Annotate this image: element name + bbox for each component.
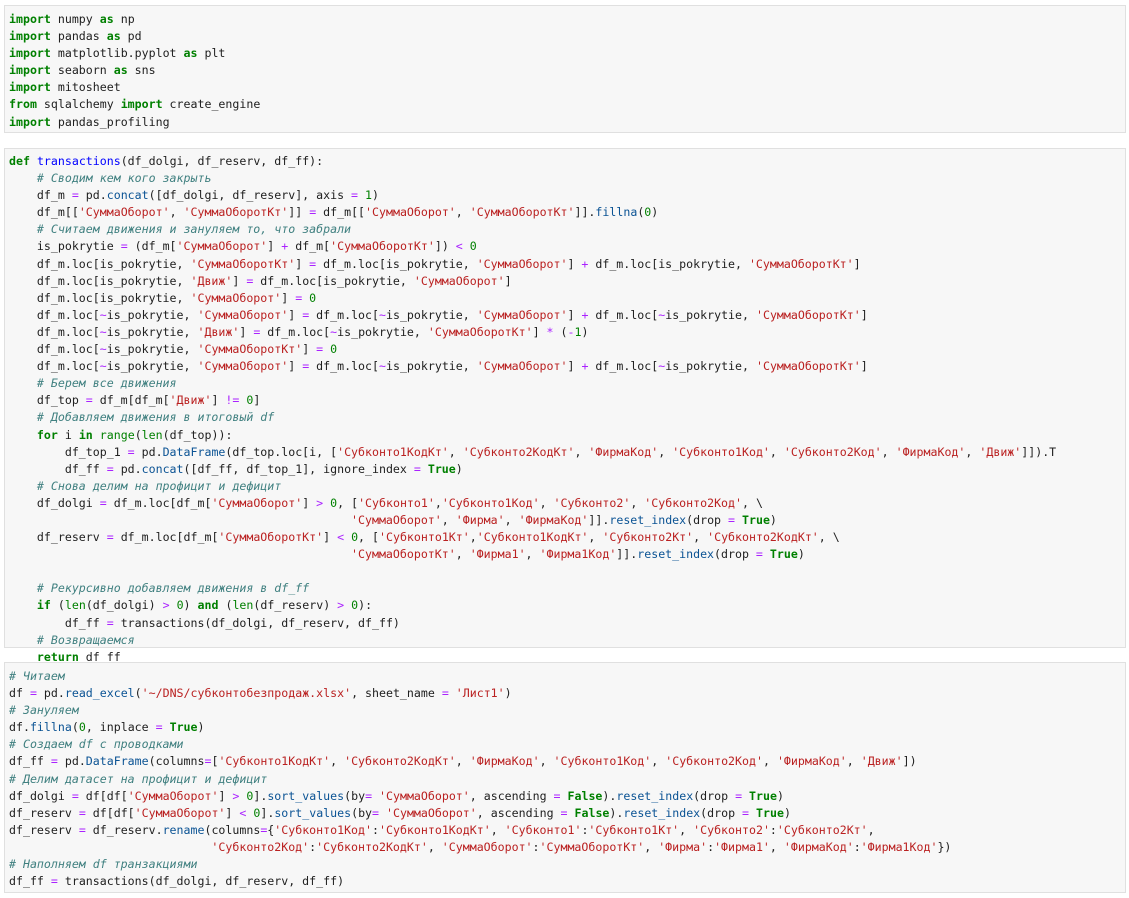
code-line: df_m = pd.concat([df_dolgi, df_reserv], … <box>9 188 379 203</box>
code-line: # Возвращаемся <box>36 632 135 647</box>
code-line: df_m.loc[is_pokrytie, 'СуммаОборот'] = 0 <box>9 290 317 305</box>
code-cell-imports[interactable]: import numpy as np import pandas as pd imp… <box>4 5 1126 133</box>
code-line: df_m.loc[~is_pokrytie, 'СуммаОборот'] = … <box>9 307 868 322</box>
code-line: def transactions(df_dolgi, df_reserv, df… <box>9 154 324 168</box>
code-line: df_ff = transactions(df_dolgi, df_reserv… <box>9 615 400 630</box>
code-line: # Читаем <box>9 669 65 683</box>
code-cell-main[interactable]: # Читаем df = pd.read_excel('~/DNS/субкон… <box>4 662 1126 893</box>
code-line: df_ff = pd.concat([df_ff, df_top_1], ign… <box>9 461 463 476</box>
code-line: 'СуммаОборот', 'Фирма', 'ФирмаКод']].res… <box>351 512 777 527</box>
code-line: # Добавляем движения в итоговый df <box>36 410 275 425</box>
code-line: df_dolgi = df[df['СуммаОборот'] > 0].sor… <box>9 788 784 803</box>
code-line: df_m.loc[is_pokrytie, 'Движ'] = df_m.loc… <box>9 273 512 288</box>
code-line: import pandas as pd <box>9 29 142 44</box>
code-line: # Сводим кем кого закрыть <box>36 171 212 186</box>
code-line: # Рекурсивно добавляем движения в df_ff <box>36 581 310 596</box>
code-line: # Берем все движения <box>36 376 177 391</box>
code-line: df_m.loc[~is_pokrytie, 'Движ'] = df_m.lo… <box>9 324 589 339</box>
code-line: import pandas_profiling <box>9 114 170 129</box>
code-line: df_top_1 = pd.DataFrame(df_top.loc[i, ['… <box>9 444 1057 459</box>
code-editor[interactable]: # Читаем df = pd.read_excel('~/DNS/субкон… <box>5 663 1125 890</box>
code-line: df_reserv = df_m.loc[df_m['СуммаОборотКт… <box>9 530 840 545</box>
code-line: df_reserv = df[df['СуммаОборот'] < 0].so… <box>9 805 791 820</box>
code-line: df_m.loc[is_pokrytie, 'СуммаОборотКт'] =… <box>9 256 861 271</box>
code-line: # Снова делим на профицит и дефицит <box>36 478 282 493</box>
code-line: df_m.loc[~is_pokrytie, 'СуммаОборотКт'] … <box>9 342 338 357</box>
code-line: # Наполняем df транзакциями <box>9 857 198 872</box>
code-line: import numpy as np <box>9 12 135 26</box>
code-line: import matplotlib.pyplot as plt <box>9 46 226 61</box>
code-line: import mitosheet <box>9 80 121 95</box>
code-line: if (len(df_dolgi) > 0) and (len(df_reser… <box>36 598 373 613</box>
code-line: df_ff = pd.DataFrame(columns=['Субконто1… <box>9 754 917 769</box>
code-line: import seaborn as sns <box>9 63 156 78</box>
code-line: 'Субконто2Код':'Субконто2КодКт', 'СуммаО… <box>211 839 952 854</box>
code-line: for i in range(len(df_top)): <box>36 427 233 442</box>
code-line: df_dolgi = df_m.loc[df_m['СуммаОборот'] … <box>9 495 763 510</box>
code-line: df_m[['СуммаОборот', 'СуммаОборотКт']] =… <box>9 205 659 220</box>
code-line: # Делим датасет на профицит и дефицит <box>9 771 268 786</box>
code-line: df_top = df_m[df_m['Движ'] != 0] <box>9 393 261 408</box>
code-line: 'СуммаОборотКт', 'Фирма1', 'Фирма1Код']]… <box>351 547 805 562</box>
code-line: # Зануляем <box>9 703 79 718</box>
code-line: from sqlalchemy import create_engine <box>9 97 261 112</box>
code-line: df_ff = transactions(df_dolgi, df_reserv… <box>9 874 345 889</box>
code-line: is_pokrytie = (df_m['СуммаОборот'] + df_… <box>9 239 477 254</box>
code-editor[interactable]: def transactions(df_dolgi, df_reserv, df… <box>5 149 1125 666</box>
code-line: df_reserv = df_reserv.rename(columns={'С… <box>9 822 875 837</box>
code-line: df = pd.read_excel('~/DNS/субконтобезпро… <box>9 686 512 701</box>
code-line: df.fillna(0, inplace = True) <box>9 720 205 735</box>
code-cell-function[interactable]: def transactions(df_dolgi, df_reserv, df… <box>4 148 1126 664</box>
code-editor[interactable]: import numpy as np import pandas as pd imp… <box>5 6 1125 131</box>
code-line: # Считаем движения и зануляем то, что за… <box>36 222 352 237</box>
code-line: # Создаем df с проводками <box>9 737 184 752</box>
code-line: df_m.loc[~is_pokrytie, 'СуммаОборот'] = … <box>9 359 868 374</box>
